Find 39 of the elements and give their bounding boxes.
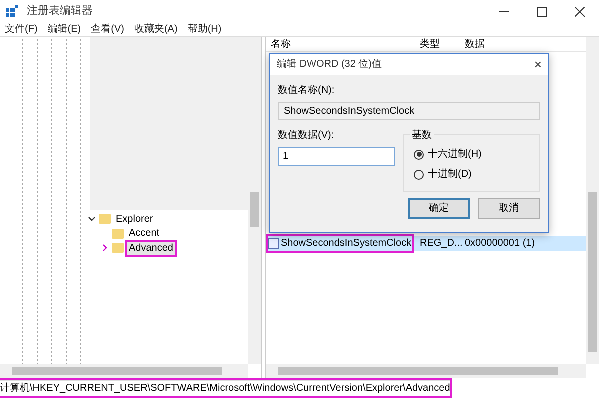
tree-item[interactable]: Explorer [114,212,156,226]
ok-button[interactable]: 确定 [408,198,470,219]
tree-item[interactable]: Advanced [127,242,176,255]
tree-item[interactable]: Accent [127,227,162,240]
scrollbar[interactable] [0,364,248,378]
window-title: 注册表编辑器 [27,4,94,19]
radio-button[interactable] [414,170,424,180]
status-bar: 计算机\HKEY_CURRENT_USER\SOFTWARE\Microsoft\Windows\CurrentVersion\Explorer\Advanced [0,380,450,396]
registry-icon [5,4,19,18]
radio-label[interactable]: 十六进制(H) [428,147,482,162]
menu-item[interactable]: 帮助(H) [182,22,227,36]
radio-button[interactable] [414,150,424,160]
scrollbar[interactable] [586,37,599,364]
column-header[interactable]: 数据 [459,36,579,52]
field-label: 数值数据(V): [278,129,336,143]
maximize-icon[interactable] [537,6,547,17]
column-header[interactable]: 名称 [266,36,414,52]
column-header[interactable]: 类型 [414,36,459,52]
cancel-button[interactable]: 取消 [478,198,540,219]
folder-icon [99,214,111,224]
menu-item[interactable]: 收藏夹(A) [129,22,183,36]
scrollbar[interactable] [248,37,261,364]
value-name: ShowSecondsInSystemClock [281,237,412,251]
scrollbar[interactable] [266,364,586,378]
name-field[interactable]: ShowSecondsInSystemClock [278,102,540,120]
menu-item[interactable]: 查看(V) [86,22,130,36]
radio-label[interactable]: 十进制(D) [428,167,472,182]
folder-icon [112,243,124,254]
binary-value-icon [268,238,279,249]
list-row[interactable]: ShowSecondsInSystemClock REG_D... 0x00000001 (1) [266,236,586,251]
close-button[interactable]: × [534,54,542,74]
menu-item[interactable]: 编辑(E) [42,22,86,36]
menu-item[interactable]: 文件(F) [0,22,43,36]
close-icon[interactable] [575,6,585,17]
folder-icon [112,228,124,239]
field-label: 数值名称(N): [278,84,336,98]
dialog-title: 编辑 DWORD (32 位)值 [277,58,382,72]
chevron-icon[interactable] [88,215,96,224]
data-field[interactable]: 1 [278,147,395,166]
